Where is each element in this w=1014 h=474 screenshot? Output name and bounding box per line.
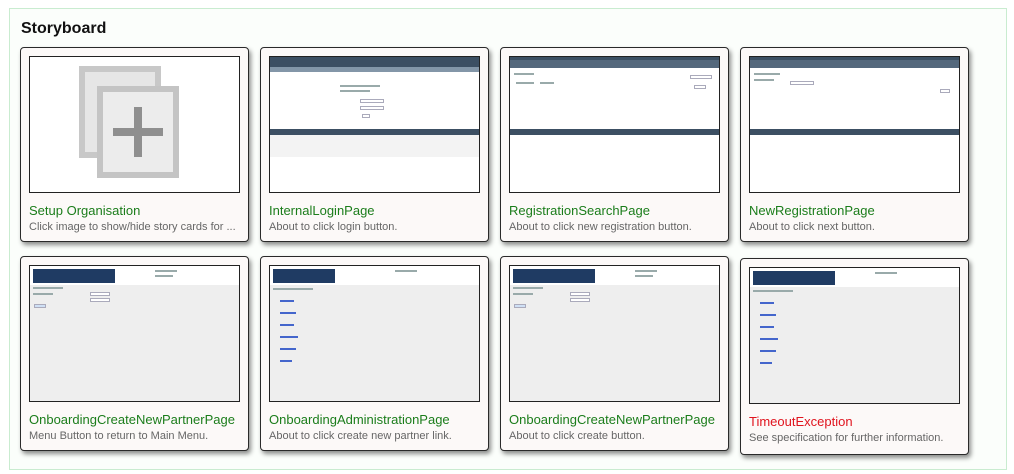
story-card-registration-search[interactable]: RegistrationSearchPage About to click ne… xyxy=(500,47,729,242)
card-description: Menu Button to return to Main Menu. xyxy=(29,430,209,442)
card-description: About to click new registration button. xyxy=(509,221,692,233)
storyboard-panel: Storyboard Setup Organisation Click imag… xyxy=(9,8,1007,470)
card-description: See specification for further informatio… xyxy=(749,432,944,444)
storyboard-title: Storyboard xyxy=(21,20,107,37)
search-page-thumbnail[interactable] xyxy=(509,56,720,193)
login-page-thumbnail[interactable] xyxy=(269,56,480,193)
story-card-create-partner-1[interactable]: OnboardingCreateNewPartnerPage Menu Butt… xyxy=(20,256,249,451)
card-title: InternalLoginPage xyxy=(269,203,375,218)
story-card-internal-login[interactable]: InternalLoginPage About to click login b… xyxy=(260,47,489,242)
card-title: TimeoutException xyxy=(749,414,853,429)
card-title: OnboardingCreateNewPartnerPage xyxy=(29,412,235,427)
add-page-icon[interactable] xyxy=(29,56,240,193)
partner-page-thumbnail[interactable] xyxy=(509,265,720,402)
card-description: About to click next button. xyxy=(749,221,875,233)
card-title: Setup Organisation xyxy=(29,203,141,218)
admin-page-thumbnail[interactable] xyxy=(269,265,480,402)
card-title: NewRegistrationPage xyxy=(749,203,875,218)
card-title: RegistrationSearchPage xyxy=(509,203,650,218)
story-card-new-registration[interactable]: NewRegistrationPage About to click next … xyxy=(740,47,969,242)
story-card-timeout-exception[interactable]: TimeoutException See specification for f… xyxy=(740,258,969,455)
story-card-onboarding-admin[interactable]: OnboardingAdministrationPage About to cl… xyxy=(260,256,489,451)
card-description: Click image to show/hide story cards for… xyxy=(29,221,236,233)
card-description: About to click login button. xyxy=(269,221,398,233)
timeout-page-thumbnail[interactable] xyxy=(749,267,960,404)
card-title: OnboardingAdministrationPage xyxy=(269,412,450,427)
story-card-setup-organisation[interactable]: Setup Organisation Click image to show/h… xyxy=(20,47,249,242)
story-card-create-partner-2[interactable]: OnboardingCreateNewPartnerPage About to … xyxy=(500,256,729,451)
registration-page-thumbnail[interactable] xyxy=(749,56,960,193)
partner-page-thumbnail[interactable] xyxy=(29,265,240,402)
card-description: About to click create button. xyxy=(509,430,645,442)
card-description: About to click create new partner link. xyxy=(269,430,452,442)
card-title: OnboardingCreateNewPartnerPage xyxy=(509,412,715,427)
